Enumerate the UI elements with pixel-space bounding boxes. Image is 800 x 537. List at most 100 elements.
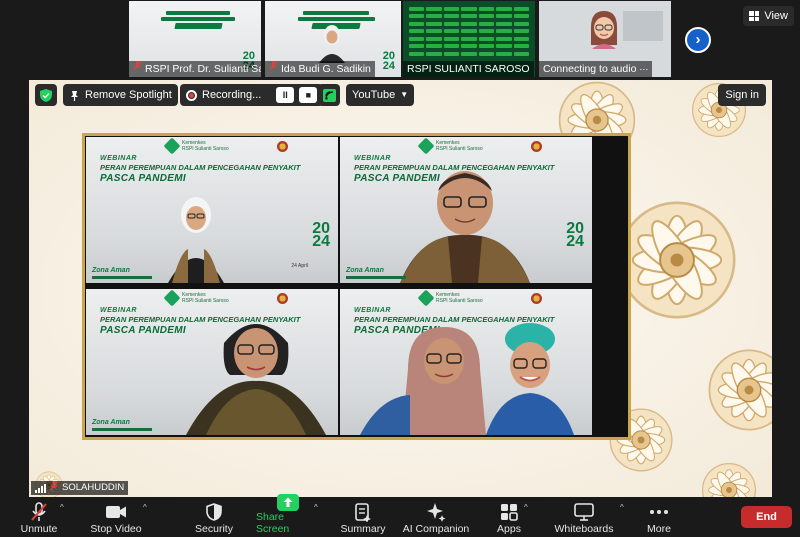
- slide-title-line2: PASCA PANDEMI: [100, 173, 186, 184]
- participant-tile[interactable]: RSPI SULIANTI SAROSO: [403, 1, 535, 77]
- shield-icon: [40, 88, 52, 102]
- participant-name: Connecting to audio: [543, 63, 637, 75]
- mic-muted-icon: [133, 61, 142, 77]
- stop-recording-button[interactable]: ■: [299, 87, 318, 103]
- slide-logos: Kemenkes RSPI Sulianti Saroso: [417, 289, 542, 307]
- whiteboards-label: Whiteboards: [554, 523, 614, 535]
- participant-filmstrip: 2024 RSPI Prof. Dr. Sulianti Saroso 2024: [0, 0, 800, 80]
- audio-options-caret[interactable]: ^: [60, 497, 70, 537]
- participant-video: [168, 197, 224, 283]
- ai-companion-button[interactable]: AI Companion: [400, 497, 472, 537]
- participant-video: [186, 324, 326, 435]
- slide-webinar-label: WEBINAR: [100, 155, 137, 162]
- mic-muted-icon: [269, 61, 278, 77]
- apps-options-caret[interactable]: ^: [524, 497, 534, 537]
- stop-video-label: Stop Video: [90, 523, 142, 535]
- zoom-meeting-window: 2024 RSPI Prof. Dr. Sulianti Saroso 2024: [0, 0, 800, 537]
- stop-video-button[interactable]: Stop Video: [86, 497, 146, 537]
- stage-toolbar: Remove Spotlight Recording... II ■ YouTu…: [35, 84, 766, 106]
- unmute-button[interactable]: Unmute: [14, 497, 64, 537]
- recording-label: Recording...: [202, 89, 262, 101]
- remove-spotlight-button[interactable]: Remove Spotlight: [63, 84, 178, 106]
- pause-recording-button[interactable]: II: [276, 87, 295, 103]
- view-button[interactable]: View: [743, 6, 794, 26]
- participant-name: RSPI SULIANTI SAROSO: [407, 63, 530, 75]
- participant-tile[interactable]: 20 24 Ida Budi G. Sadikin: [265, 1, 401, 77]
- signal-bars-icon: [35, 483, 46, 493]
- apps-button[interactable]: Apps: [494, 497, 524, 537]
- gallery-tile: Kemenkes RSPI Sulianti Saroso WEBINAR PER…: [86, 289, 338, 435]
- slide-zona: Zona Aman: [92, 419, 160, 431]
- youtube-dropdown[interactable]: YouTube ▼: [346, 84, 415, 106]
- slide-logos: Kemenkes RSPI Sulianti Saroso: [163, 289, 288, 307]
- meeting-controls-toolbar: Unmute ^ Stop Video ^ Security Share Scr…: [0, 494, 800, 537]
- participant-name-label: Connecting to audio ⋯: [539, 61, 653, 77]
- next-page-button[interactable]: ›: [685, 27, 711, 53]
- apps-label: Apps: [497, 523, 521, 535]
- pin-icon: [71, 90, 78, 101]
- youtube-label: YouTube: [352, 89, 396, 101]
- spotlight-name-tag: SOLAHUDDIN: [31, 480, 129, 496]
- sparkle-icon: [426, 501, 446, 523]
- shared-gallery-frame: Kemenkes RSPI Sulianti Saroso WEBINAR PER…: [82, 133, 631, 440]
- more-button[interactable]: More: [644, 497, 674, 537]
- summary-document-icon: [355, 501, 371, 523]
- participant-name-label: Ida Budi G. Sadikin: [265, 61, 375, 77]
- security-shield-button[interactable]: [35, 84, 57, 106]
- more-dots-icon[interactable]: ⋯: [639, 61, 648, 77]
- participant-name: Ida Budi G. Sadikin: [281, 63, 371, 75]
- mic-muted-icon: [30, 501, 48, 523]
- participant-name: RSPI Prof. Dr. Sulianti Saroso: [145, 63, 261, 75]
- slide-webinar-label: WEBINAR: [354, 307, 391, 314]
- participant-name-label: RSPI SULIANTI SAROSO: [403, 61, 534, 77]
- end-meeting-button[interactable]: End: [741, 506, 792, 528]
- gallery-tile: Kemenkes RSPI Sulianti Saroso WEBINAR PER…: [86, 137, 338, 283]
- summary-label: Summary: [340, 523, 386, 535]
- participant-video: [319, 25, 345, 63]
- video-options-caret[interactable]: ^: [143, 497, 153, 537]
- slide-zona: Zona Aman: [346, 267, 414, 279]
- security-label: Security: [195, 523, 233, 535]
- whiteboards-button[interactable]: Whiteboards: [550, 497, 618, 537]
- participant-tile[interactable]: 2024 RSPI Prof. Dr. Sulianti Saroso: [129, 1, 261, 77]
- slide-title-mini: [145, 9, 251, 29]
- slide-year-mini: 2024: [382, 50, 395, 72]
- slide-webinar-label: WEBINAR: [354, 155, 391, 162]
- slide-webinar-label: WEBINAR: [100, 307, 137, 314]
- caret-down-icon: ▼: [400, 90, 409, 99]
- more-dots-icon: [650, 501, 668, 523]
- share-screen-icon: [277, 494, 299, 511]
- share-screen-label: Share Screen: [256, 511, 290, 535]
- share-screen-button[interactable]: Share Screen: [256, 494, 320, 537]
- whiteboards-options-caret[interactable]: ^: [620, 497, 630, 537]
- broadcast-icon: [322, 88, 336, 102]
- avatar: [591, 11, 617, 49]
- security-button[interactable]: Security: [190, 497, 238, 537]
- sign-in-button[interactable]: Sign in: [718, 84, 766, 106]
- summary-button[interactable]: Summary: [336, 497, 390, 537]
- grid-view-icon: [749, 11, 760, 21]
- slide-logos: Kemenkes RSPI Sulianti Saroso: [163, 137, 288, 155]
- live-stream-button[interactable]: [318, 84, 340, 106]
- participant-tile[interactable]: Connecting to audio ⋯: [539, 1, 671, 77]
- shield-icon: [206, 501, 222, 523]
- participant-name-label: RSPI Prof. Dr. Sulianti Saroso: [129, 61, 261, 77]
- share-options-caret[interactable]: ^: [314, 497, 324, 537]
- mic-muted-icon: [50, 480, 58, 496]
- whiteboard-icon: [574, 501, 594, 523]
- participant-video: [360, 323, 574, 435]
- spotlight-participant-name: SOLAHUDDIN: [62, 482, 125, 493]
- spotlight-video: Remove Spotlight Recording... II ■ YouTu…: [29, 80, 772, 497]
- participant-video: [400, 171, 530, 283]
- slide-year: 20 24: [566, 220, 584, 250]
- slide-title-line1: PERAN PEREMPUAN DALAM PENCEGAHAN PENYAKI…: [100, 163, 301, 172]
- slide-logos: Kemenkes RSPI Sulianti Saroso: [417, 137, 542, 155]
- recording-indicator[interactable]: Recording... II ■: [180, 84, 324, 106]
- video-camera-icon: [105, 501, 127, 523]
- gallery-tile: Kemenkes RSPI Sulianti Saroso WEBINAR PER…: [340, 137, 592, 283]
- view-label: View: [764, 10, 788, 22]
- slide-zona: Zona Aman: [92, 267, 160, 279]
- slide-title-line2: PASCA PANDEMI: [100, 325, 186, 336]
- ai-companion-label: AI Companion: [402, 523, 470, 535]
- apps-icon: [500, 501, 518, 523]
